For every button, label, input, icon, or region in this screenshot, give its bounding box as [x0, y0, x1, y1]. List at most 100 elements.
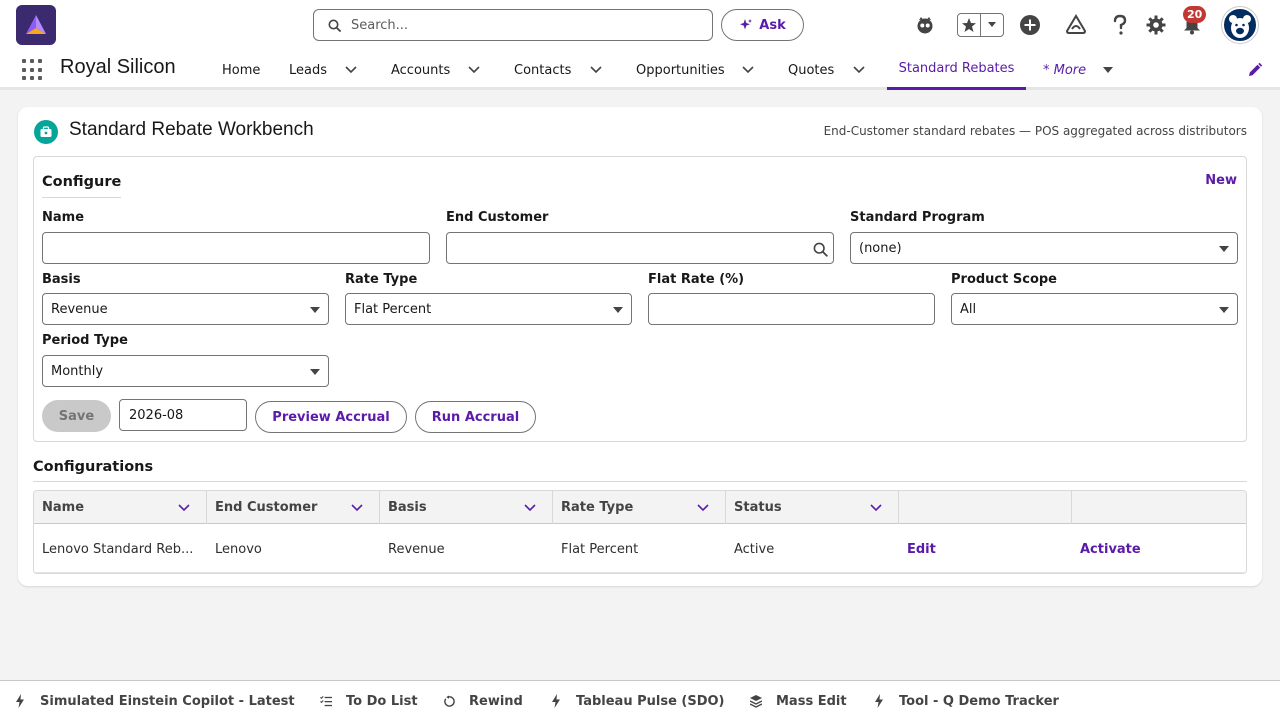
run-accrual-button[interactable]: Run Accrual	[415, 401, 536, 433]
favorites-group	[957, 13, 1004, 37]
product-scope-label: Product Scope	[951, 272, 1057, 287]
nav-item-accounts[interactable]: Accounts	[391, 50, 450, 90]
utility-bar: Simulated Einstein Copilot - Latest To D…	[0, 680, 1280, 720]
nav-item-opportunities[interactable]: Opportunities	[636, 50, 725, 90]
basis-value: Revenue	[51, 301, 108, 317]
basis-select[interactable]: Revenue	[42, 293, 329, 325]
activate-row-button[interactable]: Activate	[1072, 525, 1246, 573]
nav-item-contacts[interactable]: Contacts	[514, 50, 571, 90]
utility-item-rewind[interactable]: Rewind	[443, 681, 523, 720]
rewind-icon	[443, 694, 455, 708]
end-customer-lookup[interactable]	[446, 232, 834, 264]
product-scope-select[interactable]: All	[951, 293, 1238, 325]
table-row: Lenovo Standard Reb... Lenovo Revenue Fl…	[34, 525, 1246, 573]
opportunities-chevron-down-icon[interactable]	[738, 60, 758, 80]
einstein-icon[interactable]	[913, 13, 937, 37]
table-header-row: Name End Customer Basis Rate Type Status	[34, 491, 1246, 524]
user-avatar[interactable]	[1222, 7, 1258, 43]
layers-icon	[750, 694, 762, 708]
chevron-down-icon[interactable]	[868, 500, 884, 516]
rate-type-select[interactable]: Flat Percent	[345, 293, 632, 325]
column-header-rate-type[interactable]: Rate Type	[553, 491, 726, 524]
help-icon[interactable]	[1108, 13, 1132, 37]
period-type-value: Monthly	[51, 363, 104, 379]
name-field[interactable]	[42, 232, 430, 264]
standard-program-label: Standard Program	[850, 210, 985, 225]
add-icon[interactable]	[1018, 13, 1042, 37]
rate-type-value: Flat Percent	[354, 301, 432, 317]
caret-down-icon	[310, 369, 320, 375]
column-label: Status	[734, 500, 782, 515]
cell-name: Lenovo Standard Reb...	[42, 541, 194, 557]
period-type-label: Period Type	[42, 333, 128, 348]
caret-down-icon	[613, 307, 623, 313]
save-button[interactable]: Save	[42, 400, 111, 432]
period-type-select[interactable]: Monthly	[42, 355, 329, 387]
end-customer-label: End Customer	[446, 210, 549, 225]
edit-nav-pencil-icon[interactable]	[1247, 62, 1263, 78]
workbench-icon	[34, 120, 58, 144]
utility-item-to-do-list[interactable]: To Do List	[320, 681, 418, 720]
flat-rate-label: Flat Rate (%)	[648, 272, 745, 287]
column-header-name[interactable]: Name	[34, 491, 207, 524]
chevron-down-icon[interactable]	[349, 500, 365, 516]
standard-program-select[interactable]: (none)	[850, 232, 1238, 264]
sparkle-icon	[740, 19, 753, 30]
accounts-chevron-down-icon[interactable]	[464, 60, 484, 80]
nav-more-menu[interactable]: * More	[1043, 50, 1114, 90]
column-label: End Customer	[215, 500, 318, 515]
app-launcher-icon[interactable]	[22, 59, 44, 81]
utility-label: Rewind	[469, 693, 523, 709]
bolt-icon	[14, 694, 26, 708]
chevron-down-icon[interactable]	[522, 500, 538, 516]
trailhead-icon[interactable]	[1064, 13, 1088, 37]
configurations-table: Name End Customer Basis Rate Type Status	[33, 490, 1247, 574]
utility-label: Tool - Q Demo Tracker	[899, 693, 1059, 709]
column-header-activate	[1072, 491, 1246, 524]
column-header-end-customer[interactable]: End Customer	[207, 491, 380, 524]
contacts-chevron-down-icon[interactable]	[586, 60, 606, 80]
column-label: Rate Type	[561, 500, 634, 515]
settings-gear-icon[interactable]	[1144, 13, 1168, 37]
new-configuration-link[interactable]: New	[1205, 173, 1237, 188]
nav-item-home[interactable]: Home	[222, 50, 260, 90]
preview-accrual-button[interactable]: Preview Accrual	[255, 401, 407, 433]
configure-section: Configure New Name End Customer Standard…	[33, 156, 1247, 442]
app-name: Royal Silicon	[60, 56, 176, 78]
bolt-icon	[873, 694, 885, 708]
utility-item-mass-edit[interactable]: Mass Edit	[750, 681, 847, 720]
ask-button[interactable]: Ask	[721, 9, 804, 41]
app-logo[interactable]	[16, 5, 56, 45]
lookup-search-icon	[811, 240, 829, 258]
utility-label: Mass Edit	[776, 693, 847, 709]
favorites-dropdown-icon[interactable]	[980, 14, 1003, 36]
standard-program-value: (none)	[859, 240, 902, 256]
column-header-status[interactable]: Status	[726, 491, 899, 524]
notification-count-badge: 20	[1183, 6, 1207, 23]
quotes-chevron-down-icon[interactable]	[849, 60, 869, 80]
avatar-bear-icon	[1229, 15, 1251, 38]
chevron-down-icon[interactable]	[176, 500, 192, 516]
global-search-input[interactable]: Search...	[313, 9, 713, 41]
edit-row-button[interactable]: Edit	[899, 525, 1072, 573]
nav-item-leads[interactable]: Leads	[289, 50, 327, 90]
utility-item-demo-tracker[interactable]: Tool - Q Demo Tracker	[873, 681, 1059, 720]
utility-label: Simulated Einstein Copilot - Latest	[40, 693, 295, 709]
cell-basis: Revenue	[388, 541, 445, 557]
name-label: Name	[42, 210, 85, 225]
utility-item-tableau-pulse[interactable]: Tableau Pulse (SDO)	[550, 681, 725, 720]
utility-label: To Do List	[346, 693, 418, 709]
accrual-period-input[interactable]: 2026-08	[119, 399, 247, 431]
rate-type-label: Rate Type	[345, 272, 418, 287]
nav-item-standard-rebates[interactable]: Standard Rebates	[887, 50, 1026, 90]
favorites-star-icon[interactable]	[958, 14, 980, 36]
cell-rate-type: Flat Percent	[561, 541, 639, 557]
leads-chevron-down-icon[interactable]	[341, 60, 361, 80]
utility-item-einstein-copilot[interactable]: Simulated Einstein Copilot - Latest	[14, 681, 295, 720]
search-icon	[328, 19, 341, 32]
caret-down-icon	[310, 307, 320, 313]
nav-item-quotes[interactable]: Quotes	[788, 50, 834, 90]
column-header-basis[interactable]: Basis	[380, 491, 553, 524]
chevron-down-icon[interactable]	[695, 500, 711, 516]
flat-rate-field[interactable]	[648, 293, 935, 325]
